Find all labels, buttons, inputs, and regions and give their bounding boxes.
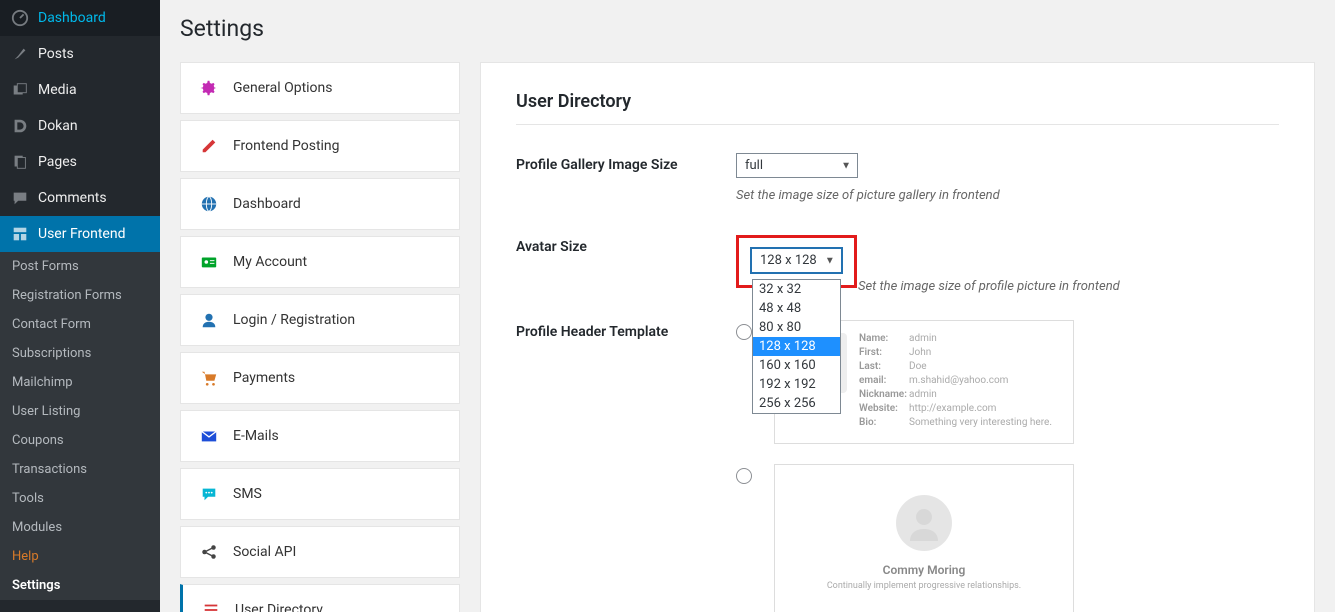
avatar-round-icon bbox=[896, 495, 952, 551]
tab-label: My Account bbox=[233, 254, 307, 270]
dropdown-option[interactable]: 256 x 256 bbox=[753, 394, 840, 413]
card-icon bbox=[199, 252, 219, 272]
sub-modules[interactable]: Modules bbox=[0, 513, 160, 542]
page-title: Settings bbox=[180, 0, 1315, 62]
select-value: 128 x 128 bbox=[760, 253, 817, 268]
template-radio-2[interactable] bbox=[736, 468, 752, 484]
tab-user-directory[interactable]: User Directory bbox=[180, 584, 460, 612]
chevron-down-icon: ▼ bbox=[841, 160, 851, 171]
sub-coupons[interactable]: Coupons bbox=[0, 426, 160, 455]
sidebar-label: Pages bbox=[38, 154, 77, 170]
pages-icon bbox=[10, 152, 30, 172]
sidebar-label: User Frontend bbox=[38, 226, 125, 242]
gallery-size-select[interactable]: full ▼ bbox=[736, 153, 858, 178]
sidebar-label: Comments bbox=[38, 190, 107, 206]
sidebar-label: Dokan bbox=[38, 118, 78, 134]
sub-user-listing[interactable]: User Listing bbox=[0, 397, 160, 426]
sub-subscriptions[interactable]: Subscriptions bbox=[0, 339, 160, 368]
tab-label: SMS bbox=[233, 486, 262, 502]
tab-sms[interactable]: SMS bbox=[180, 468, 460, 520]
media-icon bbox=[10, 80, 30, 100]
dropdown-option[interactable]: 80 x 80 bbox=[753, 318, 840, 337]
sidebar-label: Dashboard bbox=[38, 10, 106, 26]
preview-tagline: Continually implement progressive relati… bbox=[805, 581, 1043, 591]
sub-post-forms[interactable]: Post Forms bbox=[0, 252, 160, 281]
user-icon bbox=[199, 310, 219, 330]
sidebar-item-dashboard[interactable]: Dashboard bbox=[0, 0, 160, 36]
tab-frontend-posting[interactable]: Frontend Posting bbox=[180, 120, 460, 172]
sub-contact-form[interactable]: Contact Form bbox=[0, 310, 160, 339]
sidebar-item-comments[interactable]: Comments bbox=[0, 180, 160, 216]
dropdown-option[interactable]: 32 x 32 bbox=[753, 280, 840, 299]
sub-mailchimp[interactable]: Mailchimp bbox=[0, 368, 160, 397]
sidebar-submenu: Post Forms Registration Forms Contact Fo… bbox=[0, 252, 160, 600]
tab-label: Payments bbox=[233, 370, 295, 386]
tab-emails[interactable]: E-Mails bbox=[180, 410, 460, 462]
sidebar-label: Posts bbox=[38, 46, 74, 62]
sidebar-item-user-frontend[interactable]: User Frontend bbox=[0, 216, 160, 252]
dropdown-option[interactable]: 48 x 48 bbox=[753, 299, 840, 318]
sms-icon bbox=[199, 484, 219, 504]
sidebar-item-dokan[interactable]: Dokan bbox=[0, 108, 160, 144]
sub-registration-forms[interactable]: Registration Forms bbox=[0, 281, 160, 310]
sub-settings[interactable]: Settings bbox=[0, 571, 160, 600]
main-content: Settings General Options Frontend Postin… bbox=[160, 0, 1335, 612]
avatar-size-dropdown: 32 x 32 48 x 48 80 x 80 128 x 128 160 x … bbox=[752, 279, 841, 414]
sidebar-item-posts[interactable]: Posts bbox=[0, 36, 160, 72]
tab-general-options[interactable]: General Options bbox=[180, 62, 460, 114]
avatar-size-select[interactable]: 128 x 128 ▼ 32 x 32 48 x 48 80 x 80 128 … bbox=[751, 248, 842, 273]
gallery-size-label: Profile Gallery Image Size bbox=[516, 153, 736, 203]
tab-label: E-Mails bbox=[233, 428, 279, 444]
uf-icon bbox=[10, 224, 30, 244]
tab-label: Frontend Posting bbox=[233, 138, 340, 154]
tab-label: User Directory bbox=[235, 602, 323, 612]
sub-tools[interactable]: Tools bbox=[0, 484, 160, 513]
gallery-size-hint: Set the image size of picture gallery in… bbox=[736, 188, 1279, 203]
tab-dashboard[interactable]: Dashboard bbox=[180, 178, 460, 230]
preview-name: Commy Moring bbox=[805, 563, 1043, 577]
chevron-down-icon: ▼ bbox=[825, 255, 835, 266]
template-preview-2: Commy Moring Continually implement progr… bbox=[774, 464, 1074, 612]
template-label: Profile Header Template bbox=[516, 320, 736, 612]
comment-icon bbox=[10, 188, 30, 208]
dropdown-option[interactable]: 160 x 160 bbox=[753, 356, 840, 375]
cart-icon bbox=[199, 368, 219, 388]
section-title: User Directory bbox=[516, 91, 1279, 125]
dashboard-icon bbox=[10, 8, 30, 28]
highlight-annotation: 128 x 128 ▼ 32 x 32 48 x 48 80 x 80 128 … bbox=[736, 235, 857, 288]
tab-payments[interactable]: Payments bbox=[180, 352, 460, 404]
tab-my-account[interactable]: My Account bbox=[180, 236, 460, 288]
edit-icon bbox=[199, 136, 219, 156]
tab-label: General Options bbox=[233, 80, 333, 96]
wp-admin-sidebar: Dashboard Posts Media Dokan Pages Commen… bbox=[0, 0, 160, 612]
settings-tabs: General Options Frontend Posting Dashboa… bbox=[180, 62, 460, 612]
tab-label: Login / Registration bbox=[233, 312, 355, 328]
mail-icon bbox=[199, 426, 219, 446]
select-value: full bbox=[745, 158, 763, 173]
dokan-icon bbox=[10, 116, 30, 136]
tab-login-registration[interactable]: Login / Registration bbox=[180, 294, 460, 346]
globe-icon bbox=[199, 194, 219, 214]
tab-label: Social API bbox=[233, 544, 296, 560]
dropdown-option[interactable]: 192 x 192 bbox=[753, 375, 840, 394]
sidebar-item-media[interactable]: Media bbox=[0, 72, 160, 108]
sub-help[interactable]: Help bbox=[0, 542, 160, 571]
sub-transactions[interactable]: Transactions bbox=[0, 455, 160, 484]
tab-social-api[interactable]: Social API bbox=[180, 526, 460, 578]
template-radio-1[interactable] bbox=[736, 324, 752, 340]
dropdown-option-selected[interactable]: 128 x 128 bbox=[753, 337, 840, 356]
settings-panel: User Directory Profile Gallery Image Siz… bbox=[480, 62, 1315, 612]
pin-icon bbox=[10, 44, 30, 64]
tab-label: Dashboard bbox=[233, 196, 301, 212]
gear-icon bbox=[199, 78, 219, 98]
share-icon bbox=[199, 542, 219, 562]
sidebar-label: Media bbox=[38, 82, 77, 98]
list-icon bbox=[201, 600, 221, 612]
avatar-size-label: Avatar Size bbox=[516, 235, 736, 288]
avatar-size-hint: Set the image size of profile picture in… bbox=[858, 279, 1120, 294]
sidebar-item-pages[interactable]: Pages bbox=[0, 144, 160, 180]
